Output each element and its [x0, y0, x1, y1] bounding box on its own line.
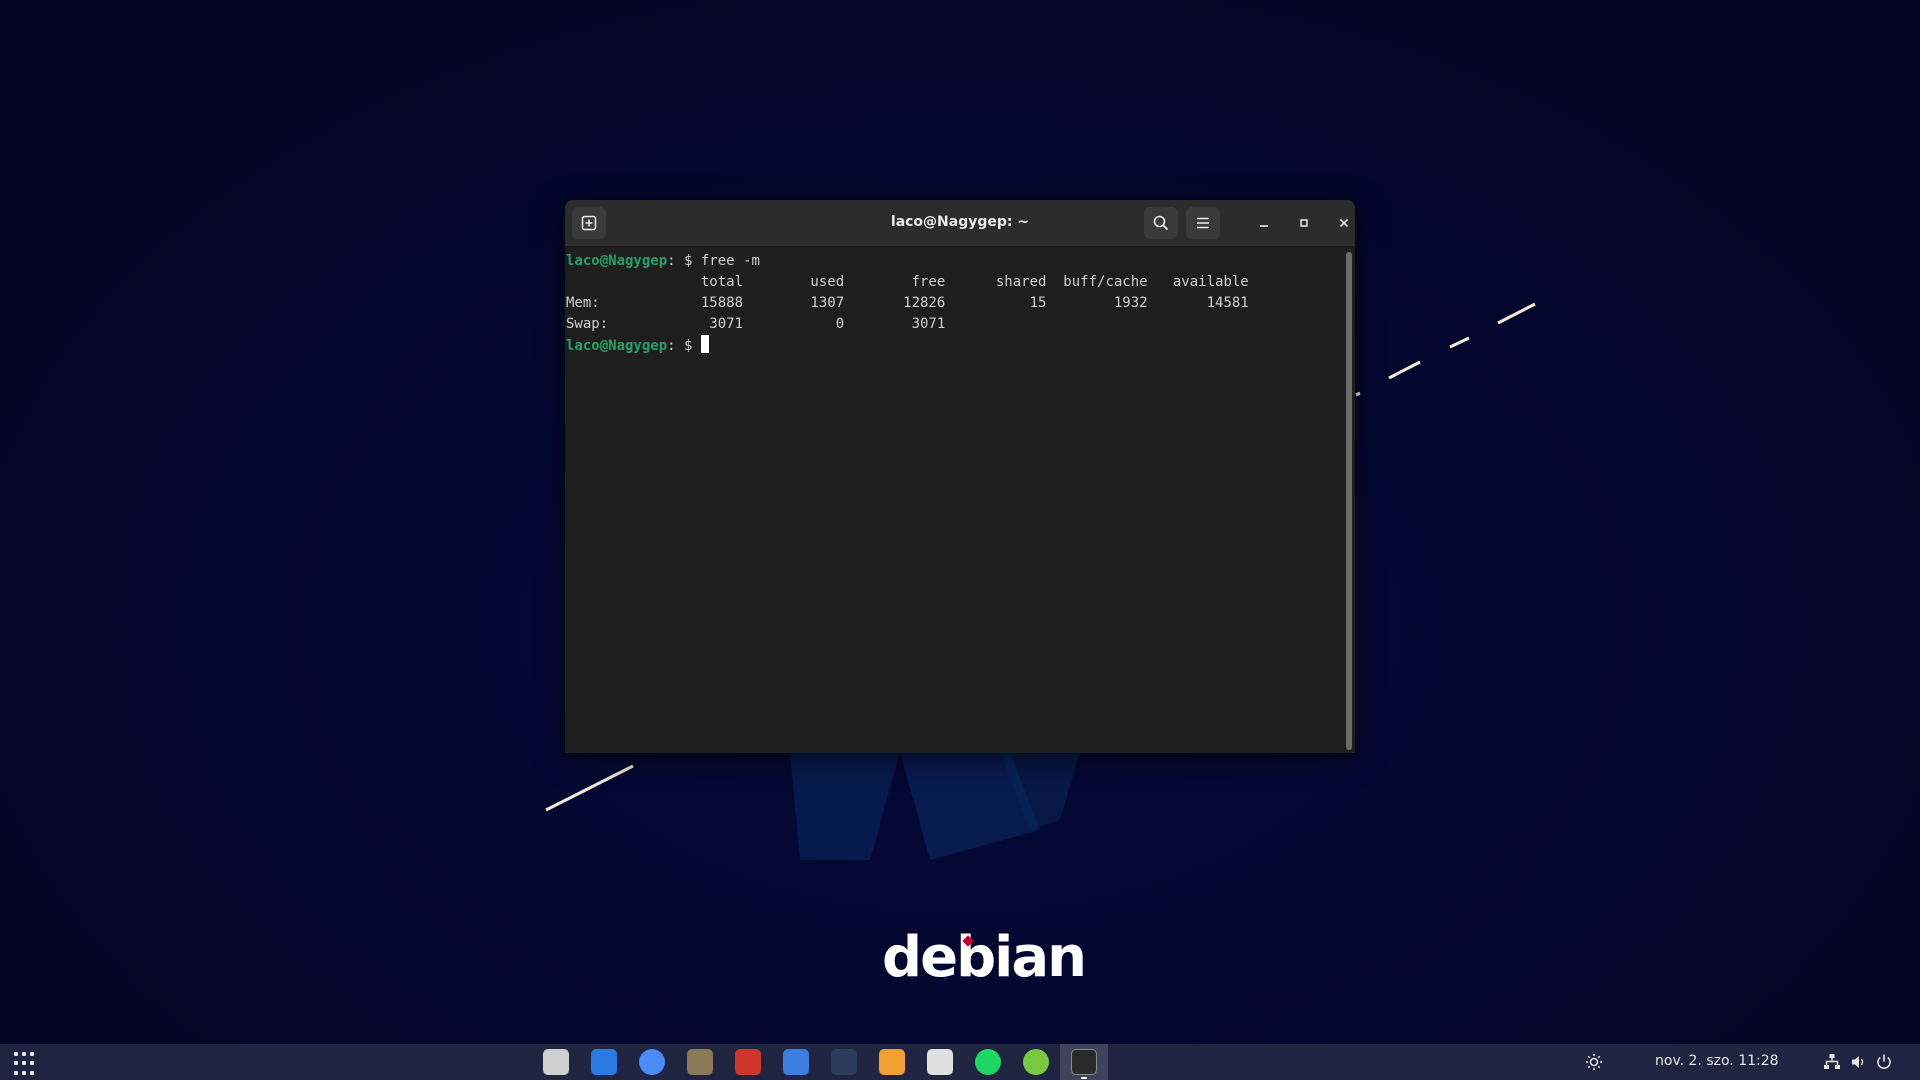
- dock-item-calculator[interactable]: [916, 1044, 964, 1080]
- doublecmd-icon: [735, 1049, 761, 1075]
- chromium-icon: [639, 1049, 665, 1075]
- prompt-suffix: : $: [667, 338, 701, 354]
- network-icon[interactable]: [1823, 1053, 1841, 1071]
- maximize-icon: [1300, 219, 1308, 227]
- dock-item-spotify[interactable]: [964, 1044, 1012, 1080]
- command-line: laco@Nagygep: $ free -m: [566, 251, 1342, 272]
- spotify-icon: [975, 1049, 1001, 1075]
- taskbar: nov. 2. szo. 11:28: [0, 1044, 1920, 1080]
- apps-grid-button[interactable]: [12, 1050, 40, 1078]
- output-mem-row: Mem: 15888 1307 12826 15 1932 14581: [566, 295, 1249, 311]
- gimp-icon: [687, 1049, 713, 1075]
- minimize-icon: [1260, 225, 1268, 227]
- power-icon[interactable]: [1875, 1053, 1893, 1071]
- close-icon: [1339, 218, 1349, 228]
- text-editor-icon: [783, 1049, 809, 1075]
- timeshift-icon: [543, 1049, 569, 1075]
- prompt-user: laco@Nagygep: [566, 253, 668, 269]
- maximize-button[interactable]: [1292, 211, 1316, 235]
- debian-logo: debian: [882, 925, 1087, 990]
- volume-icon[interactable]: [1850, 1053, 1868, 1071]
- hamburger-menu-icon: [1197, 217, 1209, 229]
- libreoffice-writer-icon: [591, 1049, 617, 1075]
- search-icon: [1153, 215, 1169, 231]
- dock-item-timeshift[interactable]: [532, 1044, 580, 1080]
- menu-button[interactable]: [1186, 207, 1220, 239]
- dock-item-chromium[interactable]: [628, 1044, 676, 1080]
- dock-item-sync[interactable]: [868, 1044, 916, 1080]
- terminal-titlebar[interactable]: laco@Nagygep: ~: [565, 200, 1355, 247]
- dock-item-terminal[interactable]: [1060, 1044, 1108, 1080]
- brightness-icon[interactable]: [1585, 1053, 1603, 1071]
- terminal-window[interactable]: laco@Nagygep: ~ laco@Nagygep: $ free -m …: [565, 200, 1355, 753]
- dock-item-text-editor[interactable]: [772, 1044, 820, 1080]
- dock-item-doublecmd[interactable]: [724, 1044, 772, 1080]
- text-cursor: [700, 335, 709, 353]
- output-header-row: total used free shared buff/cache availa…: [566, 274, 1249, 290]
- terminal-scrollbar[interactable]: [1346, 252, 1352, 750]
- dock-item-cloud-sync[interactable]: [1012, 1044, 1060, 1080]
- dock-item-libreoffice-writer[interactable]: [580, 1044, 628, 1080]
- desktop: debian laco@Nagygep: ~ laco@Nagygep: $ f…: [0, 0, 1920, 1044]
- apps-grid-icon: [14, 1052, 18, 1056]
- output-swap-row: Swap: 3071 0 3071: [566, 316, 946, 332]
- sync-icon: [879, 1049, 905, 1075]
- terminal-output[interactable]: laco@Nagygep: $ free -m total used free …: [565, 247, 1343, 753]
- search-button[interactable]: [1144, 207, 1178, 239]
- cloud-sync-icon: [1023, 1049, 1049, 1075]
- dock: [532, 1044, 1108, 1080]
- clock[interactable]: nov. 2. szo. 11:28: [1655, 1053, 1795, 1069]
- dock-item-davinci-resolve[interactable]: [820, 1044, 868, 1080]
- davinci-resolve-icon: [831, 1049, 857, 1075]
- window-title: laco@Nagygep: ~: [890, 214, 1030, 230]
- calculator-icon: [927, 1049, 953, 1075]
- close-button[interactable]: [1332, 211, 1355, 235]
- dock-item-gimp[interactable]: [676, 1044, 724, 1080]
- minimize-button[interactable]: [1252, 211, 1276, 235]
- prompt-user: laco@Nagygep: [566, 338, 668, 354]
- command-text: free -m: [700, 253, 760, 269]
- current-prompt-line[interactable]: laco@Nagygep: $: [566, 335, 1342, 357]
- prompt-suffix: : $: [667, 253, 701, 269]
- terminal-icon: [1071, 1049, 1097, 1075]
